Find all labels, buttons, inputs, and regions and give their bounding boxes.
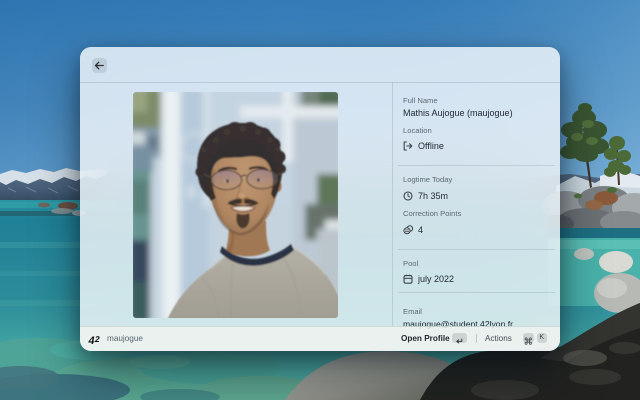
svg-text:2: 2 (94, 334, 101, 344)
